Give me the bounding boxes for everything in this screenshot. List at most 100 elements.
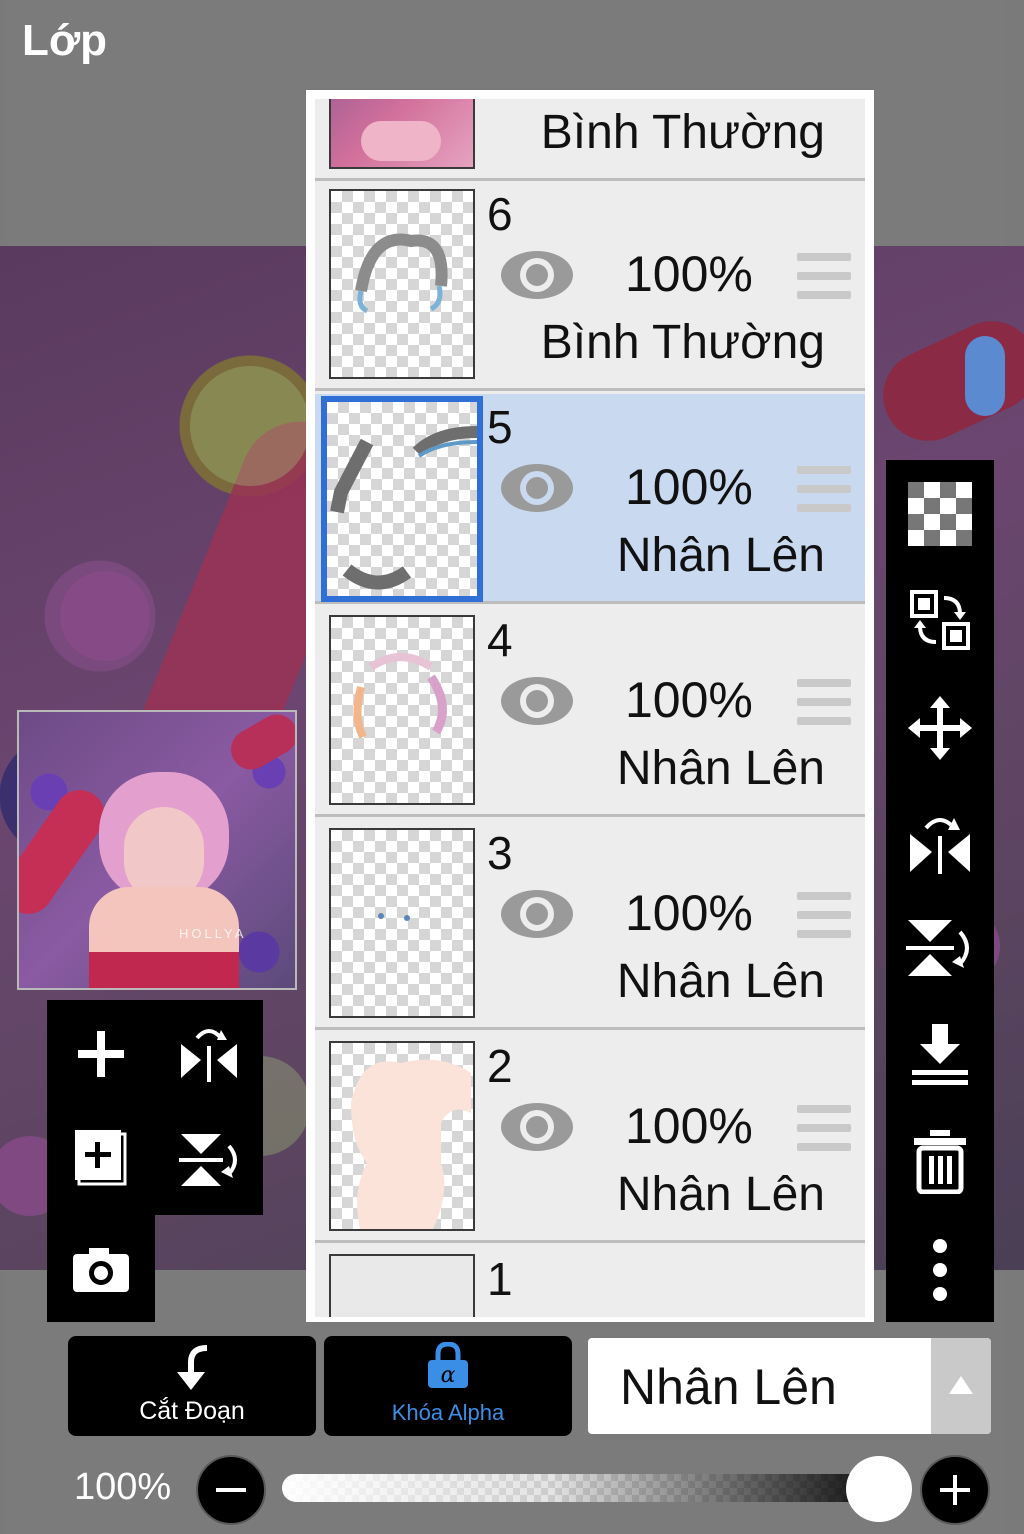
layer-number: 3 — [487, 827, 513, 879]
visibility-toggle[interactable] — [499, 245, 575, 305]
artwork-dress — [89, 952, 239, 988]
visibility-toggle[interactable] — [499, 458, 575, 518]
layer-blend-mode: Bình Thường — [540, 106, 825, 159]
clipping-label: Cắt Đoạn — [139, 1397, 245, 1425]
transparency-button[interactable] — [898, 472, 982, 556]
drag-handle-icon[interactable] — [797, 679, 851, 725]
swap-layers-icon — [910, 590, 970, 650]
visibility-toggle[interactable] — [499, 671, 575, 731]
layer-thumbnail — [329, 99, 475, 169]
layer-number: 2 — [487, 1040, 513, 1092]
drag-handle-icon[interactable] — [797, 892, 851, 938]
drag-handle-icon[interactable] — [797, 253, 851, 299]
layer-row[interactable]: 1 — [315, 1246, 865, 1317]
drag-handle-icon[interactable] — [797, 466, 851, 512]
page-title: Lớp — [22, 16, 108, 65]
layer-opacity: 100% — [625, 885, 753, 941]
merge-down-button[interactable] — [898, 1012, 982, 1096]
layer-blend-mode: Bình Thường — [540, 316, 825, 369]
alpha-lock-button[interactable]: α Khóa Alpha — [324, 1336, 572, 1436]
layer-opacity: 100% — [625, 246, 753, 302]
flip-horizontal-icon — [910, 818, 970, 874]
left-toolbar-extra — [47, 1215, 155, 1322]
opacity-slider[interactable] — [282, 1474, 882, 1502]
layer-blend-mode: Nhân Lên — [616, 742, 825, 795]
layer-thumbnail — [329, 615, 475, 805]
triangle-up-icon — [949, 1376, 973, 1394]
eye-icon — [501, 677, 573, 725]
layer-thumbnail — [329, 1041, 475, 1231]
reference-preview[interactable]: HOLLYA — [17, 710, 297, 990]
blend-mode-value: Nhân Lên — [620, 1359, 837, 1415]
thumb-art — [355, 233, 448, 314]
layer-opacity: 100% — [625, 459, 753, 515]
layer-row[interactable]: 3 100% Nhân Lên — [315, 820, 865, 1030]
layer-row[interactable]: 6 100% Bình Thường — [315, 181, 865, 391]
visibility-toggle[interactable] — [499, 884, 575, 944]
add-layer-icon — [78, 1031, 124, 1077]
artwork-ear — [223, 712, 295, 777]
artwork-signature: HOLLYA — [179, 926, 247, 941]
move-icon — [908, 696, 972, 760]
visibility-toggle[interactable] — [499, 1097, 575, 1157]
layer-blend-mode: Nhân Lên — [616, 1168, 825, 1221]
layer-thumbnail — [321, 396, 483, 602]
layer-row[interactable]: Bình Thường — [315, 99, 865, 181]
layer-blend-mode: Nhân Lên — [616, 955, 825, 1008]
add-image-layer-icon — [75, 1130, 127, 1186]
flip-layer-horizontal-button[interactable] — [159, 1004, 259, 1104]
layer-row[interactable]: 4 100% Nhân Lên — [315, 607, 865, 817]
camera-button[interactable] — [51, 1219, 151, 1319]
layer-thumbnail — [329, 189, 475, 379]
merge-down-icon — [912, 1024, 968, 1085]
thumb-art — [330, 426, 477, 590]
opacity-decrease-button[interactable] — [196, 1455, 266, 1525]
layer-number: 1 — [487, 1253, 513, 1305]
layer-list[interactable]: Bình Thường 6 100% Bình Thường 5 100% Nh… — [315, 99, 865, 1317]
clipping-button[interactable]: Cắt Đoạn — [68, 1336, 316, 1436]
layer-panel: Bình Thường 6 100% Bình Thường 5 100% Nh… — [306, 90, 874, 1322]
blend-mode-select[interactable]: Nhân Lên — [588, 1338, 991, 1434]
blend-mode-dropdown[interactable] — [931, 1338, 991, 1434]
opacity-slider-knob[interactable] — [846, 1456, 912, 1522]
drag-handle-icon[interactable] — [797, 1105, 851, 1151]
swap-layers-button[interactable] — [898, 578, 982, 662]
layer-row[interactable]: 2 100% Nhân Lên — [315, 1033, 865, 1243]
add-layer-button[interactable] — [51, 1004, 151, 1104]
layer-opacity: 100% — [625, 672, 753, 728]
layer-thumbnail — [329, 828, 475, 1018]
layer-number: 6 — [487, 188, 513, 240]
flip-vertical-button[interactable] — [898, 906, 982, 990]
flip-vertical-icon — [906, 920, 969, 976]
trash-icon — [914, 1130, 966, 1194]
opacity-increase-button[interactable] — [920, 1455, 990, 1525]
left-toolbar — [47, 1000, 263, 1215]
layer-thumbnail — [329, 1254, 475, 1317]
layer-number: 5 — [487, 401, 513, 453]
flip-horizontal-button[interactable] — [898, 800, 982, 884]
add-image-layer-button[interactable] — [51, 1110, 151, 1210]
eye-icon — [501, 890, 573, 938]
flip-horizontal-icon — [181, 1029, 237, 1082]
camera-icon — [73, 1248, 129, 1292]
thumb-art — [353, 653, 447, 739]
delete-layer-button[interactable] — [898, 1120, 982, 1204]
right-toolbar — [886, 460, 994, 1322]
opacity-value-label: 100% — [74, 1466, 172, 1508]
alpha-lock-label: Khóa Alpha — [391, 1400, 505, 1425]
move-button[interactable] — [898, 686, 982, 770]
eye-icon — [501, 251, 573, 299]
more-options-button[interactable] — [898, 1228, 982, 1312]
thumb-art — [378, 913, 410, 921]
layer-number: 4 — [487, 614, 513, 666]
thumb-art — [361, 121, 441, 161]
minus-icon — [216, 1488, 246, 1492]
flip-layer-vertical-button[interactable] — [159, 1110, 259, 1210]
thumb-art — [351, 1059, 471, 1229]
layer-blend-mode: Nhân Lên — [616, 529, 825, 582]
clip-arrow-icon — [177, 1345, 208, 1390]
svg-text:α: α — [441, 1363, 456, 1388]
alpha-lock-icon: α — [428, 1342, 468, 1388]
layer-row-selected[interactable]: 5 100% Nhân Lên — [315, 394, 865, 604]
more-vertical-icon — [933, 1239, 947, 1301]
